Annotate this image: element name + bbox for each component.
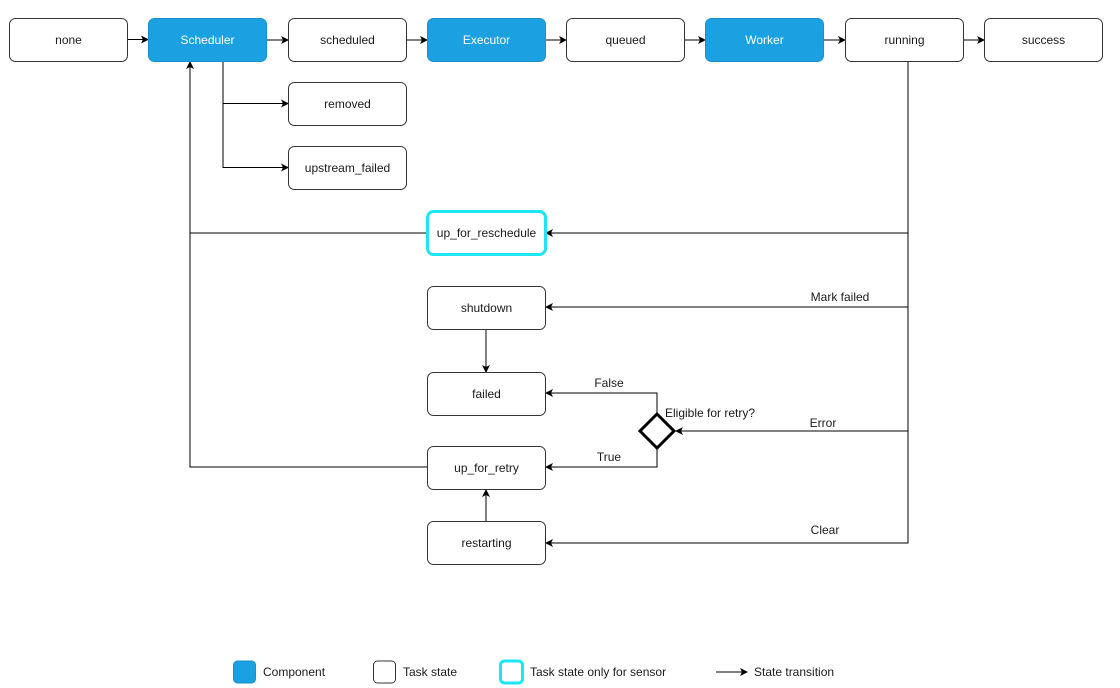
node-upstream-failed: upstream_failed: [288, 146, 407, 190]
node-label: Executor: [463, 33, 510, 47]
node-removed: removed: [288, 82, 407, 126]
node-up-for-retry: up_for_retry: [427, 446, 546, 490]
legend-label: Task state only for sensor: [530, 665, 666, 679]
sensor-swatch-icon: [499, 659, 524, 685]
state-diagram: none Scheduler scheduled Executor queued Work…: [9, 18, 1103, 685]
edge-scheduler-to-upstream-failed: [222, 103, 289, 172]
legend-item-component: Component: [233, 660, 326, 684]
node-label: running: [884, 33, 924, 47]
edge-label: Clear: [811, 523, 840, 537]
node-queued: queued: [566, 18, 685, 62]
node-label: shutdown: [461, 301, 512, 315]
legend-item-transition: State transition: [716, 665, 834, 679]
edge-running-to-restarting: [545, 431, 909, 547]
legend-item-sensor: Task state only for sensor: [499, 659, 666, 685]
node-label: success: [1022, 33, 1065, 47]
component-swatch-icon: [233, 660, 256, 684]
state-swatch-icon: [373, 660, 396, 684]
node-label: restarting: [461, 536, 511, 550]
legend-item-state: Task state: [373, 660, 457, 684]
node-up-for-reschedule: up_for_reschedule: [426, 210, 547, 256]
node-none: none: [9, 18, 128, 62]
node-label: scheduled: [320, 33, 375, 47]
node-label: upstream_failed: [305, 161, 390, 175]
node-executor: Executor: [427, 18, 546, 62]
node-running: running: [845, 18, 964, 62]
decision-retry: Eligible for retry?: [637, 406, 755, 451]
edge-scheduler-to-removed: [222, 61, 289, 108]
edge-label: Mark failed: [811, 290, 870, 304]
node-scheduler: Scheduler: [148, 18, 267, 62]
node-failed: failed: [427, 372, 546, 416]
nodes-layer: none Scheduler scheduled Executor queued Work…: [9, 18, 1103, 565]
node-restarting: restarting: [427, 521, 546, 565]
node-success: success: [984, 18, 1103, 62]
node-worker: Worker: [705, 18, 824, 62]
node-label: up_for_retry: [454, 461, 519, 475]
node-label: queued: [605, 33, 645, 47]
legend: Component Task state Task state only for s…: [233, 659, 834, 685]
edge-label: True: [597, 450, 622, 464]
edge-decision-to-failed: [545, 389, 658, 414]
node-label: none: [55, 33, 82, 47]
edge-running-to-up-for-reschedule: [545, 61, 909, 237]
legend-label: State transition: [754, 665, 834, 679]
node-label: removed: [324, 97, 371, 111]
node-label: up_for_reschedule: [437, 226, 537, 240]
edge-label: False: [594, 376, 624, 390]
legend-label: Task state: [403, 665, 457, 679]
node-label: Scheduler: [180, 33, 234, 47]
node-scheduled: scheduled: [288, 18, 407, 62]
node-label: Worker: [745, 33, 783, 47]
node-label: failed: [472, 387, 501, 401]
edge-up-for-retry-to-scheduler: [189, 233, 427, 468]
edge-label: Error: [810, 416, 837, 430]
decision-label: Eligible for retry?: [665, 406, 755, 420]
legend-label: Component: [263, 665, 326, 679]
node-shutdown: shutdown: [427, 286, 546, 330]
